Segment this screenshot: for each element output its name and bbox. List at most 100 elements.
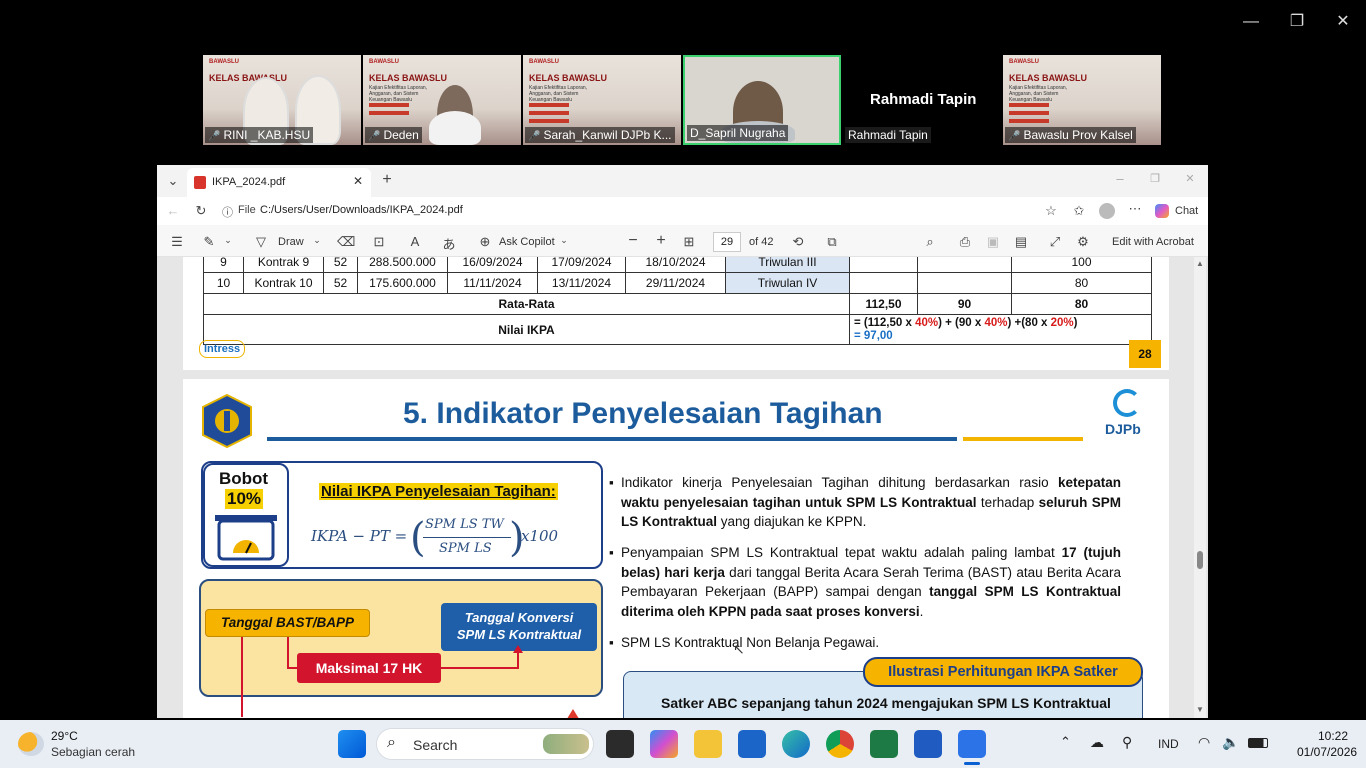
clock-time[interactable]: 10:22 xyxy=(1318,729,1348,743)
microsoft-store-icon[interactable] xyxy=(738,730,766,758)
table-cell: 13/11/2024 xyxy=(537,272,626,294)
contents-list-icon[interactable]: ☰ xyxy=(169,234,185,250)
browser-minimize-icon[interactable]: – xyxy=(1113,171,1127,186)
edge-browser-icon[interactable] xyxy=(782,730,810,758)
draw-button[interactable]: Draw xyxy=(278,236,304,248)
formula-lhs: IKPA − PT = xyxy=(311,527,408,545)
table-cell: Kontrak 9 xyxy=(243,257,324,273)
ask-copilot-button[interactable]: Ask Copilot xyxy=(499,236,555,248)
konversi-label: Tanggal Konversi SPM LS Kontraktual xyxy=(441,603,597,651)
cloud-sync-icon[interactable]: ☁ xyxy=(1090,734,1104,751)
save-icon[interactable]: ▣ xyxy=(985,234,1001,250)
favorites-icon[interactable]: ✩ xyxy=(1071,203,1087,219)
zoom-app-icon[interactable] xyxy=(958,730,986,758)
save-as-icon[interactable]: ▤ xyxy=(1013,234,1029,250)
input-language[interactable]: IND xyxy=(1158,737,1179,751)
zoom-in-icon[interactable]: + xyxy=(653,232,669,250)
copilot-chat-button[interactable]: Chat xyxy=(1153,201,1203,221)
settings-gear-icon[interactable]: ⚙ xyxy=(1075,234,1091,250)
show-hidden-icons-chevron-icon[interactable]: ⌃ xyxy=(1060,734,1071,750)
chevron-down-icon[interactable]: ⌄ xyxy=(223,235,233,246)
fraction-bar xyxy=(423,537,511,538)
read-aloud-icon[interactable]: A xyxy=(407,234,423,249)
scrollbar-thumb[interactable] xyxy=(1197,551,1203,569)
formula-part: ) + (90 x xyxy=(938,316,985,329)
draw-icon[interactable]: ▽ xyxy=(253,234,269,250)
page-number-input[interactable]: 29 xyxy=(713,232,741,252)
volume-icon[interactable]: 🔈 xyxy=(1222,734,1239,751)
chrome-browser-icon[interactable] xyxy=(826,730,854,758)
djpb-emblem-icon xyxy=(1113,389,1141,417)
excel-icon[interactable] xyxy=(870,730,898,758)
word-icon[interactable] xyxy=(914,730,942,758)
minimize-button[interactable]: — xyxy=(1236,8,1266,36)
refresh-icon[interactable]: ↻ xyxy=(193,203,209,219)
chevron-down-icon[interactable]: ⌄ xyxy=(559,235,569,246)
edit-with-acrobat-button[interactable]: Edit with Acrobat xyxy=(1112,236,1194,248)
active-app-indicator xyxy=(964,762,980,765)
more-menu-icon[interactable]: ⋯ xyxy=(1127,201,1143,217)
slide-title: KELAS BAWASLU xyxy=(369,73,448,83)
text-box-icon[interactable]: ⊡ xyxy=(371,234,387,250)
battery-icon[interactable] xyxy=(1248,738,1268,748)
participant-big-name: Rahmadi Tapin xyxy=(870,91,977,108)
taskbar: 29°C Sebagian cerah ⌕ Search ⌃ ☁ ⚲ IND ◠… xyxy=(0,720,1366,768)
restore-button[interactable]: ❐ xyxy=(1282,8,1312,36)
page-view-icon[interactable]: ⧉ xyxy=(824,234,840,250)
bullet-text: . xyxy=(919,603,924,619)
scroll-up-icon[interactable]: ▲ xyxy=(1196,259,1204,268)
participant-tile[interactable]: Rahmadi Tapin Rahmadi Tapin xyxy=(843,55,1001,145)
wifi-icon[interactable]: ◠ xyxy=(1198,734,1210,751)
fit-page-icon[interactable]: ⊞ xyxy=(681,234,697,250)
search-box[interactable]: ⌕ Search xyxy=(376,728,594,760)
task-view-icon[interactable] xyxy=(606,730,634,758)
scrollbar-track[interactable]: ▲ ▼ xyxy=(1194,257,1206,718)
participant-tile[interactable]: BAWASLU KELAS BAWASLU Kajian Efektifitas… xyxy=(363,55,521,145)
search-icon: ⌕ xyxy=(387,734,396,751)
profile-avatar[interactable] xyxy=(1099,203,1115,219)
back-arrow-icon[interactable]: ← xyxy=(165,203,181,218)
highlight-icon[interactable]: ✎ xyxy=(201,234,217,250)
clock-date[interactable]: 01/07/2026 xyxy=(1297,745,1357,759)
windows-start-icon[interactable] xyxy=(338,730,366,758)
zoom-out-icon[interactable]: − xyxy=(625,232,641,250)
chevron-down-icon[interactable]: ⌄ xyxy=(312,235,322,246)
participant-tile[interactable]: BAWASLU KELAS BAWASLU Kajian Efektifitas… xyxy=(523,55,681,145)
address-field[interactable]: ⓘ File C:/Users/User/Downloads/IKPA_2024… xyxy=(217,200,1067,222)
rotate-icon[interactable]: ⟲ xyxy=(790,234,806,250)
table-cell: 90 xyxy=(917,293,1012,315)
close-button[interactable]: ✕ xyxy=(1328,8,1358,36)
participant-tile-active-speaker[interactable]: D_Sapril Nugraha xyxy=(683,55,841,145)
browser-window: ⌄ IKPA_2024.pdf ✕ + – ❐ ✕ ← ↻ ⓘ File C:/… xyxy=(157,165,1208,718)
browser-restore-icon[interactable]: ❐ xyxy=(1148,172,1162,185)
favorite-star-icon[interactable]: ☆ xyxy=(1043,203,1059,219)
browser-close-icon[interactable]: ✕ xyxy=(1183,172,1197,185)
new-tab-plus-icon[interactable]: + xyxy=(379,171,395,189)
scroll-down-icon[interactable]: ▼ xyxy=(1196,705,1204,714)
satker-text: Satker ABC sepanjang tahun 2024 mengajuk… xyxy=(661,695,1111,711)
print-icon[interactable]: ⎙ xyxy=(957,234,973,250)
tab-close-icon[interactable]: ✕ xyxy=(353,174,363,188)
eraser-icon[interactable]: ⌫ xyxy=(337,234,355,250)
translate-icon[interactable]: あ xyxy=(441,234,457,253)
tab-list-chevron-icon[interactable]: ⌄ xyxy=(165,173,181,189)
weather-widget[interactable]: 29°C Sebagian cerah xyxy=(14,726,154,762)
copilot-icon xyxy=(1155,204,1169,218)
timeline-line xyxy=(517,653,519,669)
address-bar-row: ← ↻ ⓘ File C:/Users/User/Downloads/IKPA_… xyxy=(157,197,1208,225)
copilot-app-icon[interactable] xyxy=(650,730,678,758)
location-icon[interactable]: ⚲ xyxy=(1122,734,1132,751)
table-row-rata-rata: Rata-Rata 112,50 90 80 xyxy=(203,293,1152,315)
table-cell: 29/11/2024 xyxy=(625,272,726,294)
bullet-text: Penyampaian SPM LS Kontraktual tepat wak… xyxy=(621,545,1062,560)
fullscreen-icon[interactable]: ⤢ xyxy=(1047,234,1063,250)
search-icon[interactable]: ⌕ xyxy=(922,234,938,250)
file-explorer-icon[interactable] xyxy=(694,730,722,758)
tab-pdf[interactable]: IKPA_2024.pdf ✕ xyxy=(187,168,371,197)
bobot-box: Bobot 10% xyxy=(203,463,289,567)
participant-tile[interactable]: BAWASLU KELAS BAWASLU Kajian Efektifitas… xyxy=(1003,55,1161,145)
pdf-viewer[interactable]: 9 Kontrak 9 52 288.500.000 16/09/2024 17… xyxy=(157,257,1208,718)
slide-subtitle: Kajian Efektifitas Laporan, Anggaran, da… xyxy=(529,85,588,103)
participant-tile[interactable]: BAWASLU KELAS BAWASLU 🎤 RINI _KAB.HSU xyxy=(203,55,361,145)
copilot-icon[interactable]: ⊕ xyxy=(477,234,493,250)
